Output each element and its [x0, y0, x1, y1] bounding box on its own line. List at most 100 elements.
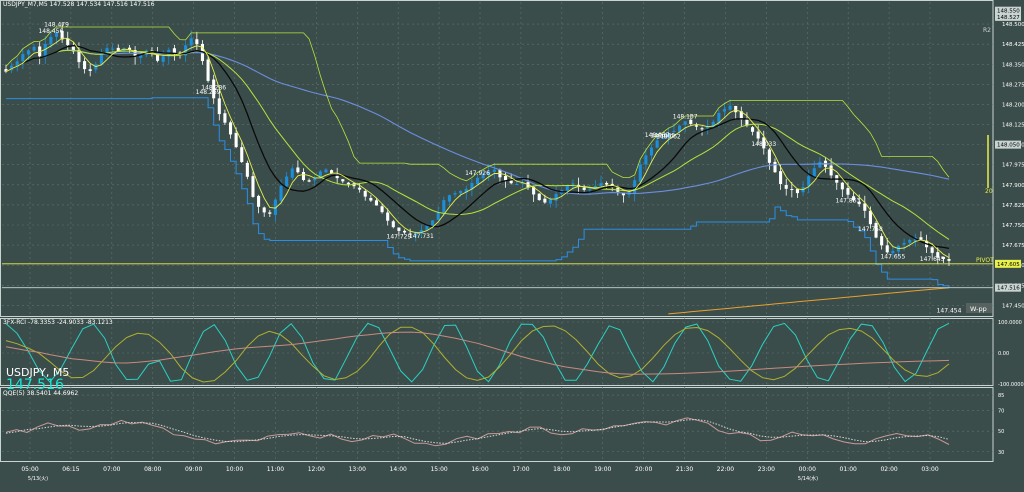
candle-body — [346, 182, 350, 185]
time-axis: 05:00 06:15 07:00 08:00 09:00 10:00 11:00 12:00… — [21, 466, 938, 482]
candle-body — [504, 175, 508, 181]
candle-body — [296, 167, 300, 173]
candle-body — [397, 227, 401, 231]
candle-body — [279, 185, 283, 201]
candle-body — [515, 184, 519, 186]
price-tick-label: 148.500 — [1002, 22, 1024, 28]
candle-body — [49, 36, 53, 45]
candle-body — [734, 106, 738, 113]
time-tick-label: 06:15 — [62, 466, 79, 473]
time-tick-label: 02:00 — [880, 466, 897, 473]
candle-body — [262, 207, 266, 213]
candle-body — [240, 147, 244, 163]
candle-body — [324, 169, 328, 173]
panel-frame-0 — [0, 0, 994, 317]
candle-body — [565, 185, 569, 191]
time-tick-label: 23:00 — [758, 466, 775, 473]
candle-body — [341, 179, 345, 182]
high-label: 147.926 — [465, 170, 490, 177]
osc-header: 3FX-RCI -78.3353 -24.9033 -83.1213 — [3, 319, 113, 326]
osc-tick-label: -100.0000 — [998, 382, 1024, 388]
time-tick-label: 13:00 — [349, 466, 366, 473]
time-tick-label: 00:00 — [799, 466, 816, 473]
candle-body — [554, 193, 558, 201]
price-tick-label: 148.125 — [1002, 123, 1024, 129]
price-tag: 147.605 — [997, 262, 1020, 268]
main-header: USDJPY_M7,M5 147.528 147.534 147.516 147… — [3, 1, 155, 8]
time-tick-label: 22:00 — [717, 466, 734, 473]
price-tick-label: 147.975 — [1002, 163, 1024, 169]
candle-body — [548, 199, 553, 204]
high-label: 148.033 — [751, 141, 776, 148]
candle-body — [605, 182, 609, 185]
candle-body — [902, 242, 906, 245]
r2-label: R2 — [983, 27, 991, 34]
candle-body — [790, 189, 794, 191]
candle-body — [234, 133, 238, 148]
candle-body — [700, 128, 704, 130]
candle-body — [582, 187, 586, 190]
candle-body — [649, 147, 654, 156]
grid-lines — [0, 0, 994, 462]
candle-body — [363, 190, 367, 197]
time-tick-label: 10:00 — [226, 466, 243, 473]
low-label: 147.863 — [836, 198, 861, 205]
low-label: 147.655 — [880, 253, 905, 260]
price-tick-label: 147.750 — [1002, 223, 1024, 229]
qqe-tick-label: 70 — [998, 409, 1004, 415]
candle-body — [885, 245, 889, 253]
candle-body — [251, 176, 255, 197]
candle-body — [285, 176, 289, 187]
candle-body — [228, 122, 233, 135]
candle-body — [431, 220, 435, 227]
candle-body — [492, 169, 496, 173]
low-label: 147.758 — [858, 226, 883, 233]
candle-body — [436, 212, 440, 220]
price-tick-label: 147.825 — [1002, 203, 1024, 209]
price-tick-label: 148.200 — [1002, 102, 1024, 108]
candle-body — [380, 206, 384, 213]
candle-body — [694, 125, 698, 127]
period-label: 20 — [985, 188, 993, 195]
trading-chart[interactable]: PIVOTR2W-pp20148.479148.456148.033147.92… — [0, 0, 1024, 492]
candle-body — [644, 155, 648, 165]
low-label: 147.454 — [937, 307, 962, 314]
price-panel[interactable]: PIVOTR2W-pp20148.479148.456148.033147.92… — [2, 22, 994, 315]
wpp-label: W-pp — [970, 305, 987, 313]
low-label: 147.645 — [920, 256, 945, 263]
price-tick-label: 147.450 — [1002, 303, 1024, 309]
price-tag: 148.050 — [997, 143, 1020, 149]
qqe-tick-label: 30 — [998, 450, 1004, 456]
current-price: 147.516 — [6, 377, 64, 393]
time-tick-label: 12:00 — [308, 466, 325, 473]
candle-body — [571, 183, 575, 185]
low-label: 147.731 — [409, 233, 434, 240]
candle-body — [402, 230, 407, 233]
high-label: 148.137 — [673, 113, 698, 120]
candle-body — [195, 39, 199, 45]
candle-body — [386, 212, 390, 221]
candle-body — [26, 50, 30, 55]
candle-body — [88, 69, 92, 71]
price-tick-label: 147.900 — [1002, 183, 1024, 189]
candle-body — [537, 193, 541, 201]
candle-body — [307, 180, 311, 182]
candle-body — [223, 113, 227, 123]
candle-body — [374, 200, 379, 206]
candle-body — [189, 38, 193, 46]
date-label: 5/13(火) — [28, 476, 48, 482]
time-tick-label: 15:00 — [430, 466, 447, 473]
time-tick-label: 17:00 — [512, 466, 529, 473]
pivot-label: PIVOT — [976, 257, 994, 264]
candle-body — [391, 221, 395, 228]
candle-body — [206, 59, 210, 81]
time-tick-label: 14:00 — [390, 466, 407, 473]
candle-body — [543, 198, 547, 203]
candle-body — [313, 178, 317, 181]
candle-body — [930, 247, 934, 253]
time-tick-label: 09:00 — [185, 466, 202, 473]
high-label: 148.062 — [656, 133, 681, 140]
candle-body — [706, 126, 710, 129]
candle-body — [290, 168, 294, 178]
candle-body — [638, 164, 642, 182]
